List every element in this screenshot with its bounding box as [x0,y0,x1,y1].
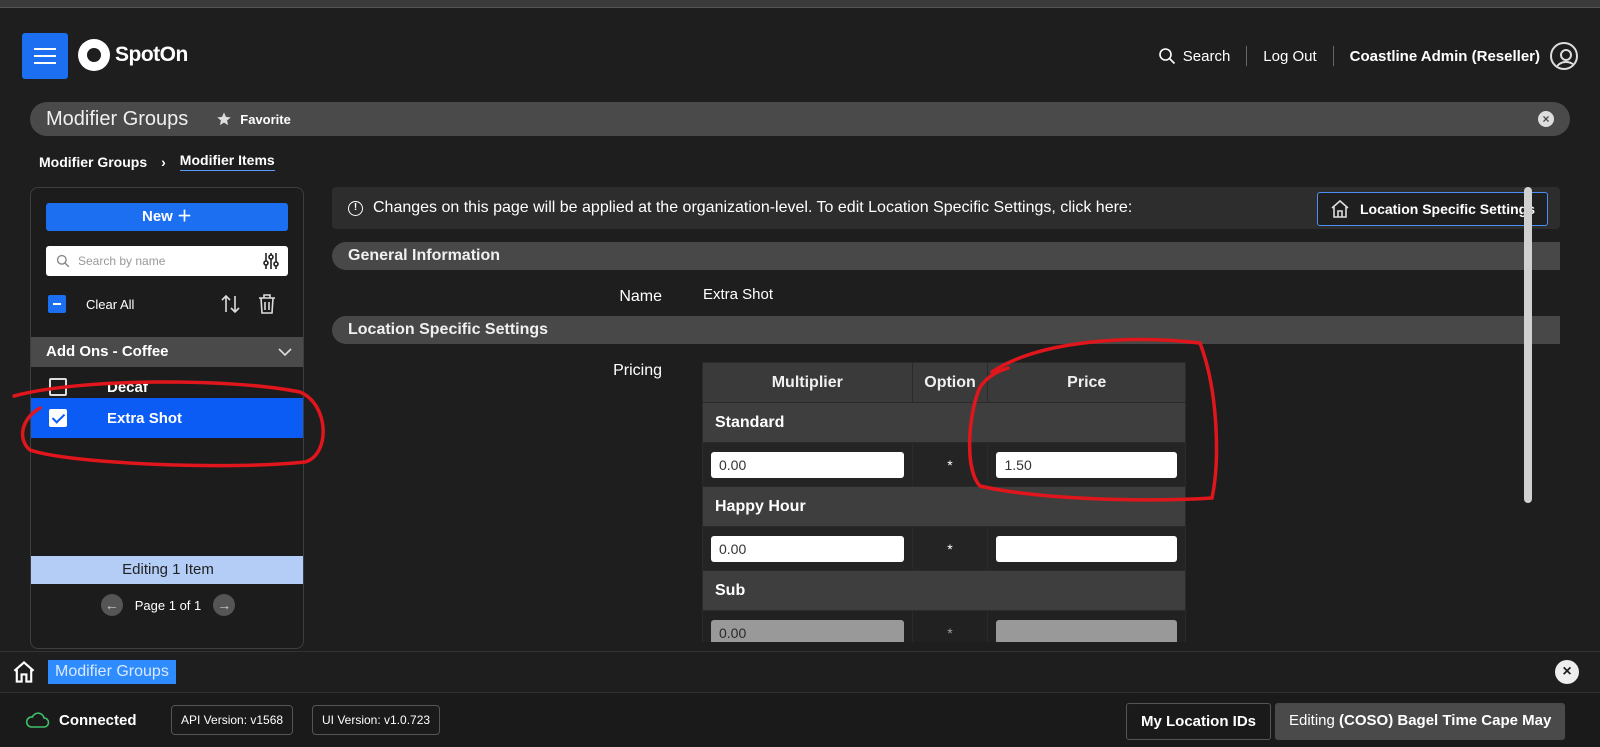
page-indicator: Page 1 of 1 [134,597,202,613]
item-label: Decaf [107,378,148,396]
app-header: SpotOn Search Log Out Coastline Admin (R… [0,8,1600,96]
location-button-label: Location Specific Settings [1359,201,1535,217]
clear-all-label[interactable]: Clear All [86,297,134,312]
logout-link[interactable]: Log Out [1263,48,1316,65]
name-label: Name [619,288,662,305]
col-option: Option [911,362,989,403]
open-tabs-bar: Modifier Groups × [0,651,1600,691]
clear-all-checkbox[interactable] [48,295,66,313]
favorite-label: Favorite [240,111,291,127]
multiplier-input[interactable] [711,535,904,562]
my-location-ids-button[interactable]: My Location IDs [1126,703,1272,740]
item-list-panel: New ＋ Clear All Add Ons - Coffee Decaf E… [30,187,304,649]
editing-prefix: Editing [1289,712,1340,729]
general-information-header: General Information [332,242,1560,270]
pricing-label: Pricing [613,362,662,379]
price-input[interactable] [996,535,1177,562]
header-divider [1246,46,1248,66]
sort-arrows-icon[interactable] [220,293,242,315]
favorite-button[interactable]: Favorite [216,111,291,127]
location-specific-settings-header: Location Specific Settings [332,316,1560,344]
breadcrumb: Modifier Groups › Modifier Items [39,152,275,171]
option-value: * [911,526,989,571]
search-label: Search [1182,47,1231,65]
user-name[interactable]: Coastline Admin (Reseller) [1350,48,1540,65]
editing-location-name: (COSO) Bagel Time Cape May [1339,712,1552,729]
list-item-selected[interactable]: Extra Shot [31,398,303,438]
editing-count-bar: Editing 1 Item [31,556,303,584]
trash-icon[interactable] [257,293,277,315]
window-top-strip [0,0,1600,8]
pagination: ← Page 1 of 1 → [31,594,303,616]
ui-version-badge: UI Version: v1.0.723 [312,705,441,735]
user-circle-icon[interactable] [1550,42,1578,70]
main-scrollbar[interactable] [1524,187,1532,503]
star-icon [217,112,231,126]
prev-page-button[interactable]: ← [100,594,123,616]
info-text: Changes on this page will be applied at … [373,199,1133,216]
header-actions: Search Log Out Coastline Admin (Reseller… [1158,42,1578,70]
main-content: ! Changes on this page will be applied a… [332,187,1562,642]
search-icon [1158,48,1175,65]
search-icon [56,254,70,268]
status-bar: Connected API Version: v1568 UI Version:… [0,692,1600,747]
item-label: Extra Shot [107,409,183,427]
option-value: * [911,442,989,487]
search-box [46,246,288,276]
connection-status: Connected [24,711,137,729]
api-version-badge: API Version: v1568 [171,705,294,735]
col-price: Price [987,362,1186,403]
item-checkbox[interactable] [49,409,67,427]
info-banner: ! Changes on this page will be applied a… [332,187,1560,229]
header-divider [1332,46,1334,66]
close-tab-button[interactable]: × [1538,111,1554,127]
cloud-icon [25,712,50,728]
name-value: Extra Shot [703,286,774,303]
sliders-icon[interactable] [262,252,280,270]
menu-button[interactable] [22,33,68,79]
breadcrumb-separator: › [161,153,166,170]
breadcrumb-modifier-items[interactable]: Modifier Items [179,152,275,171]
search-input[interactable] [78,254,248,268]
home-icon[interactable] [12,660,36,684]
new-item-button[interactable]: New ＋ [46,203,288,231]
header-search-button[interactable]: Search [1158,47,1231,65]
logo-text: SpotOn [115,43,188,66]
chevron-down-icon [278,348,292,357]
logo-ring-icon [78,39,110,71]
clear-all-row: Clear All [48,293,288,315]
group-header[interactable]: Add Ons - Coffee [31,337,303,367]
price-input[interactable] [996,451,1177,478]
next-page-button[interactable]: → [213,594,236,616]
hamburger-icon [34,48,56,50]
page-tab-bar: Modifier Groups Favorite × [30,102,1570,136]
option-value: * [911,610,989,642]
price-input[interactable] [996,619,1177,642]
spoton-logo: SpotOn [78,39,188,71]
price-group-standard: Standard [702,402,1186,443]
page-title: Modifier Groups [46,107,189,130]
group-name: Add Ons - Coffee [46,343,169,360]
connection-label: Connected [59,711,137,729]
editing-location-button[interactable]: Editing (COSO) Bagel Time Cape May [1275,703,1566,740]
close-all-tabs-button[interactable]: × [1555,660,1579,684]
col-multiplier: Multiplier [702,362,913,403]
pricing-table: Multiplier Option Price Standard * Happy… [702,362,1186,642]
info-icon: ! [348,200,363,216]
location-specific-settings-button[interactable]: Location Specific Settings [1316,192,1548,226]
multiplier-input[interactable] [711,619,904,642]
home-icon [1331,199,1349,218]
breadcrumb-modifier-groups[interactable]: Modifier Groups [39,154,147,170]
price-group-sub: Sub [702,570,1186,611]
open-tab-modifier-groups[interactable]: Modifier Groups [48,660,176,684]
item-checkbox[interactable] [49,378,67,396]
price-group-happy-hour: Happy Hour [702,486,1186,527]
multiplier-input[interactable] [711,451,904,478]
